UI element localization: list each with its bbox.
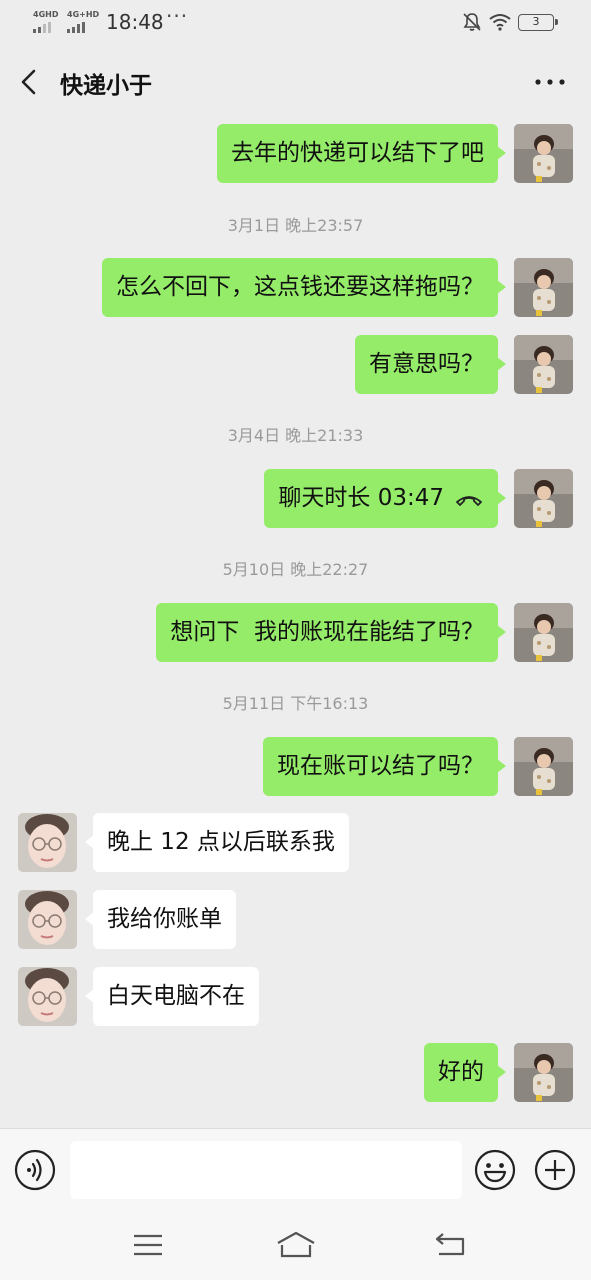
avatar[interactable]	[514, 603, 573, 662]
avatar[interactable]	[514, 124, 573, 183]
message-bubble[interactable]: 晚上 12 点以后联系我	[85, 813, 349, 872]
status-bar: 4GHD 4G+HD 18:48 ··· 3	[0, 0, 591, 46]
message-bubble[interactable]: 有意思吗？	[355, 335, 506, 394]
message-bubble[interactable]: 好的	[424, 1043, 506, 1102]
system-nav-bar	[0, 1208, 591, 1280]
avatar[interactable]	[514, 469, 573, 528]
more-dots-icon[interactable]	[532, 68, 568, 96]
call-duration-text: 聊天时长 03:47	[278, 485, 444, 511]
timestamp: 5月10日 晚上22:27	[222, 560, 369, 579]
chat-title: 快递小于	[60, 73, 152, 99]
call-ended-icon	[456, 495, 482, 506]
avatar[interactable]	[18, 890, 77, 949]
bell-muted-icon	[463, 13, 481, 31]
wifi-icon	[489, 14, 511, 31]
call-record-bubble[interactable]: 聊天时长 03:47	[264, 469, 506, 528]
avatar[interactable]	[514, 737, 573, 796]
message-bubble[interactable]: 白天电脑不在	[85, 967, 259, 1026]
status-time: 18:48	[106, 10, 164, 34]
message-bubble[interactable]: 想问下 我的账现在能结了吗？	[156, 603, 506, 662]
message-input[interactable]	[70, 1141, 462, 1199]
battery-icon: 3	[518, 14, 558, 31]
timestamp: 3月4日 晚上21:33	[227, 426, 364, 445]
avatar[interactable]	[514, 1043, 573, 1102]
menu-icon[interactable]	[132, 1232, 164, 1258]
chat-header: 快递小于	[0, 46, 591, 116]
message-bubble[interactable]: 现在账可以结了吗？	[263, 737, 506, 796]
home-icon[interactable]	[275, 1230, 317, 1260]
plus-icon[interactable]	[534, 1149, 576, 1191]
message-bubble[interactable]: 怎么不回下，这点钱还要这样拖吗？	[102, 258, 506, 317]
voice-icon[interactable]	[14, 1149, 56, 1191]
avatar[interactable]	[18, 967, 77, 1026]
avatar[interactable]	[18, 813, 77, 872]
chat-area: 去年的快递可以结下了吧 3月1日 晚上23:57 怎么不回下，这点钱还要这样拖吗…	[0, 116, 591, 1128]
status-overflow-icon: ···	[166, 4, 189, 28]
input-bar	[0, 1128, 591, 1208]
message-bubble[interactable]: 去年的快递可以结下了吧	[217, 124, 506, 183]
back-chevron-icon[interactable]	[18, 68, 40, 96]
back-icon[interactable]	[433, 1230, 467, 1258]
timestamp: 3月1日 晚上23:57	[227, 216, 364, 235]
emoji-icon[interactable]	[474, 1149, 516, 1191]
timestamp: 5月11日 下午16:13	[222, 694, 369, 713]
avatar[interactable]	[514, 258, 573, 317]
message-bubble[interactable]: 我给你账单	[85, 890, 236, 949]
avatar[interactable]	[514, 335, 573, 394]
